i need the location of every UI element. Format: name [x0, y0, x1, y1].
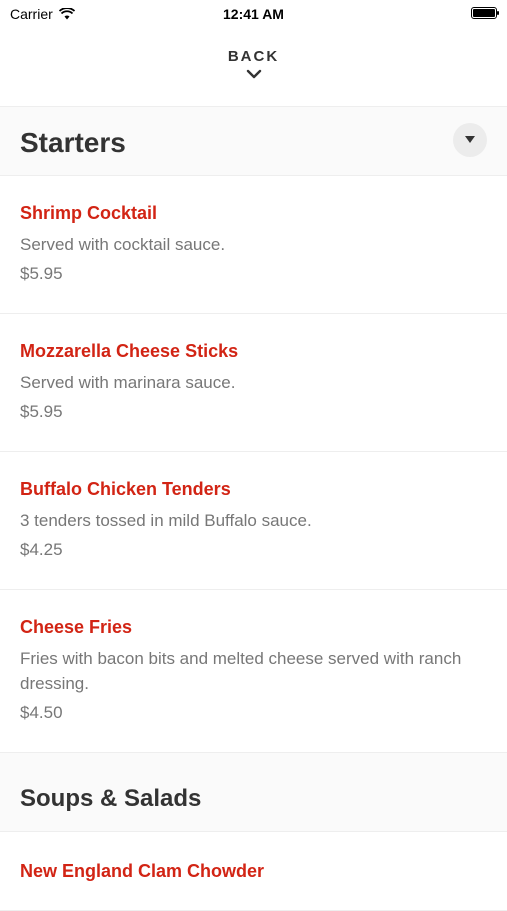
- back-label: BACK: [227, 48, 280, 65]
- item-name: New England Clam Chowder: [20, 861, 265, 881]
- menu-item[interactable]: Mozzarella Cheese Sticks Served with mar…: [0, 314, 507, 452]
- menu-item[interactable]: Cheese Fries Fries with bacon bits and m…: [0, 590, 507, 753]
- item-price: $4.25: [20, 540, 63, 559]
- menu-item[interactable]: New England Clam Chowder: [0, 832, 507, 911]
- item-description: 3 tenders tossed in mild Buffalo sauce.: [20, 511, 312, 530]
- item-price: $5.95: [20, 264, 63, 283]
- item-name: Cheese Fries: [20, 617, 133, 637]
- item-name: Buffalo Chicken Tenders: [20, 479, 231, 499]
- section-toggle-button[interactable]: [453, 123, 487, 157]
- item-price: $4.50: [20, 703, 63, 722]
- item-price: $5.95: [20, 402, 63, 421]
- item-name: Mozzarella Cheese Sticks: [20, 341, 239, 361]
- chevron-down-icon: [246, 69, 261, 79]
- menu-item[interactable]: Shrimp Cocktail Served with cocktail sau…: [0, 176, 507, 314]
- section-title: Soups & Salads: [20, 785, 202, 812]
- section-header-starters[interactable]: Starters: [0, 107, 507, 176]
- caret-down-icon: [465, 136, 475, 143]
- back-button[interactable]: BACK: [0, 30, 507, 107]
- item-description: Served with cocktail sauce.: [20, 235, 226, 254]
- status-time: 12:41 AM: [223, 6, 284, 22]
- section-title: Starters: [20, 127, 126, 158]
- battery-icon: [471, 7, 499, 19]
- menu-item[interactable]: Buffalo Chicken Tenders 3 tenders tossed…: [0, 452, 507, 590]
- item-description: Served with marinara sauce.: [20, 373, 236, 392]
- status-bar: Carrier 12:41 AM: [0, 0, 507, 30]
- item-description: Fries with bacon bits and melted cheese …: [20, 649, 462, 693]
- item-name: Shrimp Cocktail: [20, 203, 158, 223]
- section-header-soups-salads[interactable]: Soups & Salads: [0, 753, 507, 832]
